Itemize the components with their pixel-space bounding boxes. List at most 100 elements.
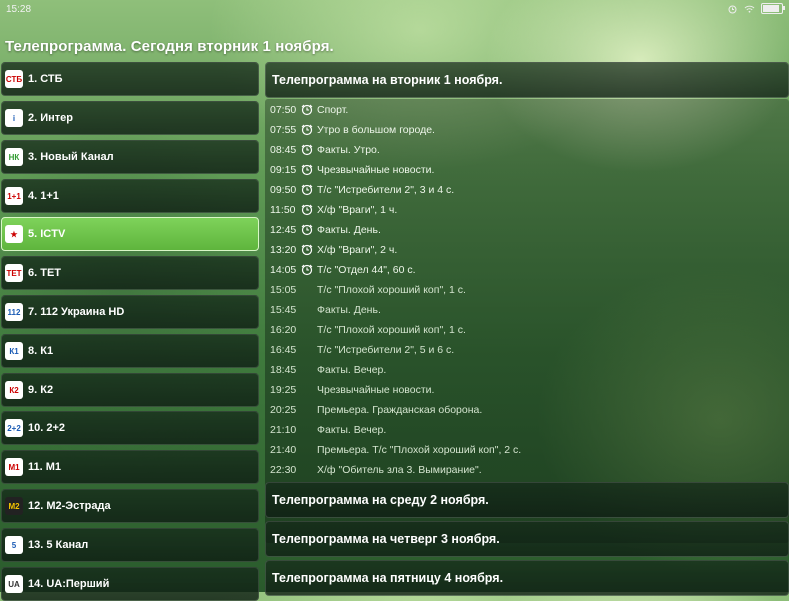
program-name: Х/ф "Враги", 2 ч. bbox=[317, 244, 398, 256]
status-bar: 15:28 bbox=[0, 0, 789, 20]
reminder-icon[interactable] bbox=[301, 224, 313, 236]
program-time: 08:45 bbox=[270, 144, 297, 156]
program-row[interactable]: 13:20 Х/ф "Враги", 2 ч. bbox=[265, 240, 789, 260]
program-row[interactable]: 15:45 Факты. День. bbox=[265, 300, 789, 320]
channel-item-m2[interactable]: М2 12. М2-Эстрада bbox=[1, 489, 259, 523]
day-header-thursday[interactable]: Телепрограмма на четверг 3 ноября. bbox=[265, 521, 789, 557]
program-name: Факты. День. bbox=[317, 224, 381, 236]
tet-logo-icon: ТЕТ bbox=[5, 264, 23, 282]
channel-item-ua-pershyi[interactable]: UA 14. UA:Перший bbox=[1, 567, 259, 601]
status-time: 15:28 bbox=[6, 4, 32, 15]
channel-item-tet[interactable]: ТЕТ 6. ТЕТ bbox=[1, 256, 259, 290]
program-row[interactable]: 08:45 Факты. Утро. bbox=[265, 140, 789, 160]
channel-item-stb[interactable]: СТБ 1. СТБ bbox=[1, 62, 259, 96]
channel-label: 5. ICTV bbox=[28, 228, 66, 240]
reminder-icon[interactable] bbox=[301, 264, 313, 276]
channel-item-ictv[interactable]: ★ 5. ICTV bbox=[1, 217, 259, 251]
program-time: 11:50 bbox=[270, 204, 296, 216]
reminder-icon[interactable] bbox=[301, 124, 313, 136]
channel-item-2plus2[interactable]: 2+2 10. 2+2 bbox=[1, 411, 259, 445]
program-time: 14:05 bbox=[270, 264, 297, 276]
program-name: Т/с "Отдел 44", 60 с. bbox=[317, 264, 416, 276]
m1-logo-icon: М1 bbox=[5, 458, 23, 476]
program-name: Факты. Утро. bbox=[317, 144, 380, 156]
inter-logo-icon: i bbox=[5, 109, 23, 127]
program-list: 07:50 Спорт. 07:55 Утро в большом городе. … bbox=[265, 99, 789, 543]
program-row[interactable]: 14:05 Т/с "Отдел 44", 60 с. bbox=[265, 260, 789, 280]
program-time: 21:10 bbox=[270, 424, 297, 436]
program-name: Чрезвычайные новости. bbox=[317, 384, 435, 396]
program-time: 15:45 bbox=[270, 304, 297, 316]
program-row[interactable]: 09:15 Чрезвычайные новости. bbox=[265, 160, 789, 180]
ictv-logo-icon: ★ bbox=[5, 225, 23, 243]
reminder-icon[interactable] bbox=[301, 104, 313, 116]
program-row[interactable]: 11:50 Х/ф "Враги", 1 ч. bbox=[265, 200, 789, 220]
program-row[interactable]: 15:05 Т/с "Плохой хороший коп", 1 с. bbox=[265, 280, 789, 300]
day-header-friday[interactable]: Телепрограмма на пятницу 4 ноября. bbox=[265, 560, 789, 596]
program-row[interactable]: 18:45 Факты. Вечер. bbox=[265, 360, 789, 380]
program-name: Т/с "Истребители 2", 5 и 6 с. bbox=[317, 344, 455, 356]
channel-item-1plus1[interactable]: 1+1 4. 1+1 bbox=[1, 179, 259, 213]
5-kanal-logo-icon: 5 bbox=[5, 536, 23, 554]
program-time: 07:50 bbox=[270, 104, 297, 116]
status-icons bbox=[727, 3, 785, 14]
channel-label: 10. 2+2 bbox=[28, 422, 66, 434]
program-name: Премьера. Гражданская оборона. bbox=[317, 404, 483, 416]
channel-label: 13. 5 Канал bbox=[28, 539, 89, 551]
channel-label: 11. М1 bbox=[28, 461, 62, 473]
channel-item-m1[interactable]: М1 11. М1 bbox=[1, 450, 259, 484]
program-row[interactable]: 21:10 Факты. Вечер. bbox=[265, 420, 789, 440]
reminder-icon[interactable] bbox=[301, 244, 313, 256]
reminder-icon[interactable] bbox=[301, 184, 313, 196]
program-row[interactable]: 09:50 Т/с "Истребители 2", 3 и 4 с. bbox=[265, 180, 789, 200]
program-row[interactable]: 12:45 Факты. День. bbox=[265, 220, 789, 240]
program-row[interactable]: 21:40 Премьера. Т/с "Плохой хороший коп",… bbox=[265, 440, 789, 460]
channel-label: 7. 112 Украина HD bbox=[28, 306, 125, 318]
2plus2-logo-icon: 2+2 bbox=[5, 419, 23, 437]
112-logo-icon: 112 bbox=[5, 303, 23, 321]
program-name: Т/с "Плохой хороший коп", 1 с. bbox=[317, 284, 466, 296]
k1-logo-icon: К1 bbox=[5, 342, 23, 360]
channel-label: 1. СТБ bbox=[28, 73, 63, 85]
channel-item-k2[interactable]: К2 9. К2 bbox=[1, 373, 259, 407]
day-header-today[interactable]: Телепрограмма на вторник 1 ноября. bbox=[265, 62, 789, 98]
program-row[interactable]: 22:30 Х/ф "Обитель зла 3. Вымирание". bbox=[265, 460, 789, 480]
battery-icon bbox=[761, 3, 785, 14]
novy-kanal-logo-icon: НК bbox=[5, 148, 23, 166]
channel-item-novy-kanal[interactable]: НК 3. Новый Канал bbox=[1, 140, 259, 174]
1plus1-logo-icon: 1+1 bbox=[5, 187, 23, 205]
program-row[interactable]: 19:25 Чрезвычайные новости. bbox=[265, 380, 789, 400]
k2-logo-icon: К2 bbox=[5, 381, 23, 399]
program-name: Факты. Вечер. bbox=[317, 424, 387, 436]
channel-label: 14. UA:Перший bbox=[28, 578, 110, 590]
alarm-icon bbox=[728, 5, 737, 13]
program-row[interactable]: 07:55 Утро в большом городе. bbox=[265, 120, 789, 140]
channel-label: 4. 1+1 bbox=[28, 190, 59, 202]
program-name: Спорт. bbox=[317, 104, 349, 116]
program-row[interactable]: 20:25 Премьера. Гражданская оборона. bbox=[265, 400, 789, 420]
program-time: 12:45 bbox=[270, 224, 297, 236]
m2-logo-icon: М2 bbox=[5, 497, 23, 515]
reminder-icon[interactable] bbox=[301, 204, 313, 216]
program-name: Факты. День. bbox=[317, 304, 381, 316]
channel-item-k1[interactable]: К1 8. К1 bbox=[1, 334, 259, 368]
program-name: Х/ф "Враги", 1 ч. bbox=[317, 204, 398, 216]
program-row[interactable]: 07:50 Спорт. bbox=[265, 100, 789, 120]
channel-label: 2. Интер bbox=[28, 112, 74, 124]
program-time: 21:40 bbox=[270, 444, 297, 456]
program-time: 22:30 bbox=[270, 464, 297, 476]
reminder-icon[interactable] bbox=[301, 164, 313, 176]
channel-item-inter[interactable]: i 2. Интер bbox=[1, 101, 259, 135]
program-name: Х/ф "Обитель зла 3. Вымирание". bbox=[317, 464, 482, 476]
program-row[interactable]: 16:45 Т/с "Истребители 2", 5 и 6 с. bbox=[265, 340, 789, 360]
program-time: 07:55 bbox=[270, 124, 297, 136]
program-row[interactable]: 16:20 Т/с "Плохой хороший коп", 1 с. bbox=[265, 320, 789, 340]
program-time: 16:20 bbox=[270, 324, 297, 336]
channel-item-5-kanal[interactable]: 5 13. 5 Канал bbox=[1, 528, 259, 562]
wifi-icon bbox=[744, 5, 755, 13]
day-header-wednesday[interactable]: Телепрограмма на среду 2 ноября. bbox=[265, 482, 789, 518]
reminder-icon[interactable] bbox=[301, 144, 313, 156]
program-name: Факты. Вечер. bbox=[317, 364, 387, 376]
channel-item-112[interactable]: 112 7. 112 Украина HD bbox=[1, 295, 259, 329]
channel-label: 8. К1 bbox=[28, 345, 54, 357]
